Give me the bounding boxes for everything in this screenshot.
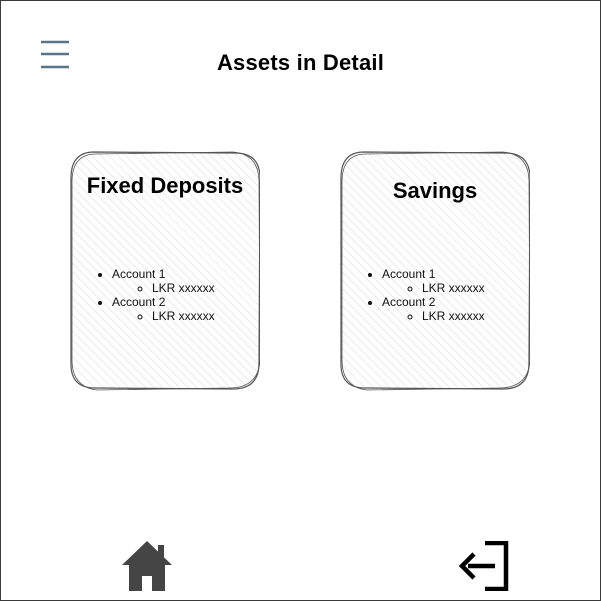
home-icon[interactable]: [121, 540, 173, 592]
page-title: Assets in Detail: [216, 50, 385, 75]
logout-icon[interactable]: [458, 541, 510, 591]
account-name: Account 2: [382, 295, 436, 309]
account-list: Account 1 LKR xxxxxx Account 2 LKR xxxxx…: [70, 267, 215, 323]
account-balance: LKR xxxxxx: [422, 309, 485, 323]
account-name: Account 2: [112, 295, 166, 309]
account-item[interactable]: Account 2 LKR xxxxxx: [382, 295, 485, 323]
account-item[interactable]: Account 1 LKR xxxxxx: [112, 267, 215, 295]
card-title: Fixed Deposits: [86, 173, 244, 198]
card-title: Savings: [392, 178, 478, 203]
balance-list: LKR xxxxxx: [112, 309, 215, 323]
balance-list: LKR xxxxxx: [382, 281, 485, 295]
account-item[interactable]: Account 2 LKR xxxxxx: [112, 295, 215, 323]
balance-list: LKR xxxxxx: [112, 281, 215, 295]
savings-card[interactable]: Savings Account 1 LKR xxxxxx Account 2 L…: [340, 151, 530, 391]
fixed-deposits-card[interactable]: Fixed Deposits Account 1 LKR xxxxxx Acco…: [70, 151, 260, 391]
account-list: Account 1 LKR xxxxxx Account 2 LKR xxxxx…: [340, 267, 485, 323]
account-balance: LKR xxxxxx: [422, 281, 485, 295]
account-item[interactable]: Account 1 LKR xxxxxx: [382, 267, 485, 295]
balance-list: LKR xxxxxx: [382, 309, 485, 323]
account-name: Account 1: [112, 267, 166, 281]
account-balance: LKR xxxxxx: [152, 281, 215, 295]
account-balance: LKR xxxxxx: [152, 309, 215, 323]
account-name: Account 1: [382, 267, 436, 281]
